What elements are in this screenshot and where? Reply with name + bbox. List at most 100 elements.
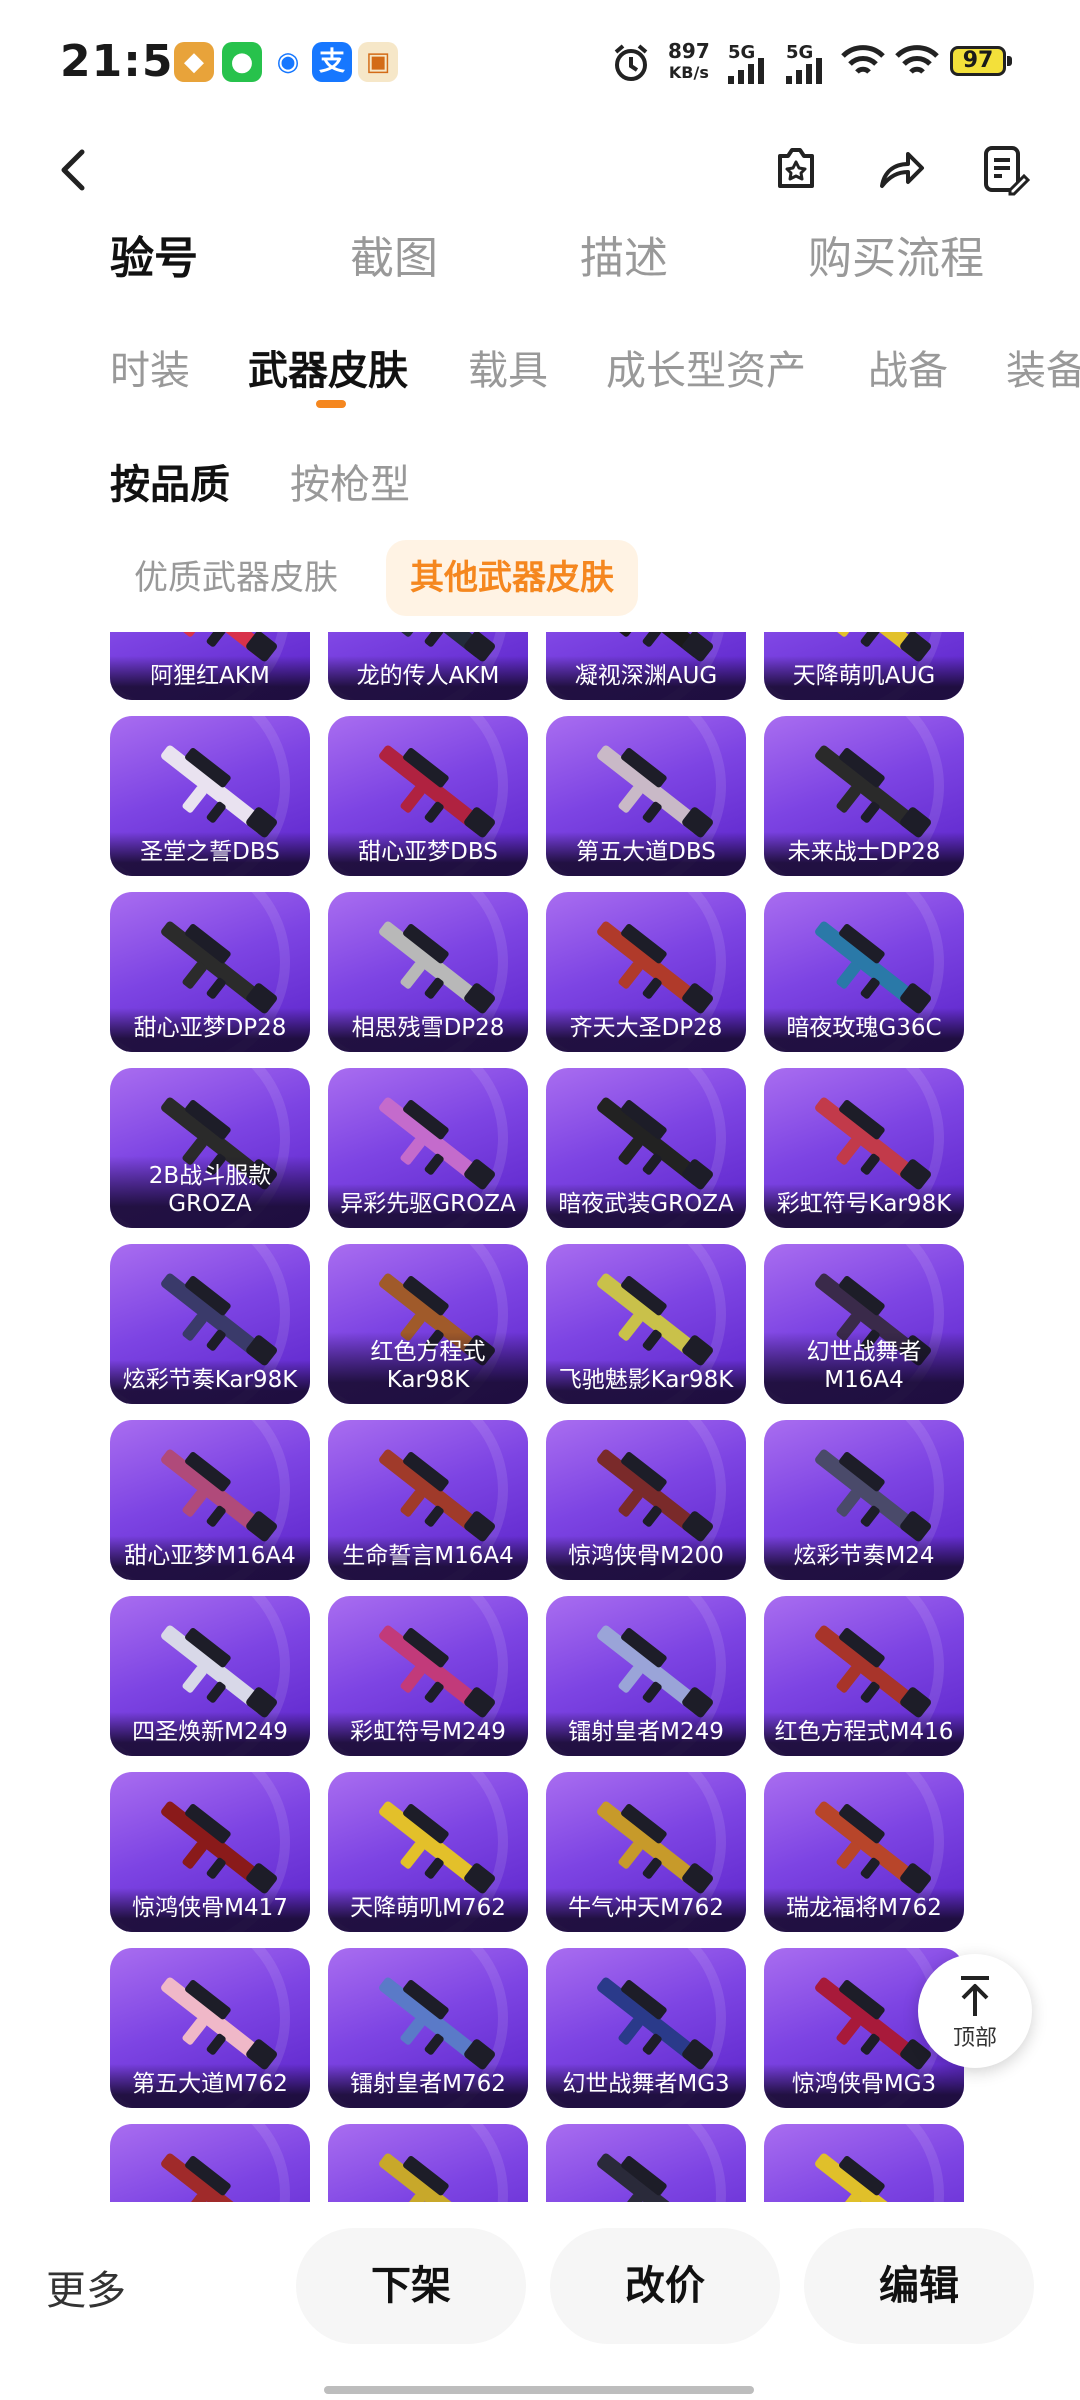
skin-tile[interactable]: 甜心亚梦DBS	[328, 716, 528, 876]
skin-name: 彩虹符号Kar98K	[764, 1184, 964, 1228]
skin-tile[interactable]	[764, 2124, 964, 2202]
tab-growth-assets[interactable]: 成长型资产	[606, 338, 806, 396]
skin-name: 炫彩节奏M24	[764, 1536, 964, 1580]
skin-tile[interactable]: 齐天大圣DP28	[546, 892, 746, 1052]
signal-1-icon	[728, 58, 764, 84]
alipay-icon: 支	[312, 42, 352, 82]
chip-premium-skins[interactable]: 优质武器皮肤	[110, 540, 362, 616]
battery-indicator: 97	[950, 46, 1012, 76]
weapon-skin-icon	[161, 1449, 277, 1542]
skin-tile[interactable]: 异彩先驱GROZA	[328, 1068, 528, 1228]
skin-tile[interactable]	[328, 2124, 528, 2202]
skin-name: 甜心亚梦DP28	[110, 1008, 310, 1052]
skin-name: 生命誓言M16A4	[328, 1536, 528, 1580]
active-tab-indicator	[316, 400, 346, 408]
weapon-skin-icon	[815, 1625, 931, 1718]
skin-tile[interactable]: 凝视深渊AUG	[546, 632, 746, 700]
skin-tile[interactable]: 阿狸红AKM	[110, 632, 310, 700]
weapon-skin-icon	[379, 1801, 495, 1894]
wifi-icon	[841, 45, 885, 74]
skin-name: 红色方程式M416	[764, 1712, 964, 1756]
skin-tile[interactable]: 暗夜玫瑰G36C	[764, 892, 964, 1052]
skin-tile[interactable]: 未来战士DP28	[764, 716, 964, 876]
skin-tile[interactable]: 镭射皇者M762	[328, 1948, 528, 2108]
more-button[interactable]: 更多	[46, 2258, 126, 2316]
game-app-icon: ◆	[174, 42, 214, 82]
weapon-skin-icon	[597, 921, 713, 1014]
skin-name: 龙的传人AKM	[328, 656, 528, 700]
skin-tile[interactable]: 第五大道M762	[110, 1948, 310, 2108]
skin-tile[interactable]: 龙的传人AKM	[328, 632, 528, 700]
weapon-skin-icon	[379, 1977, 495, 2070]
skin-tile[interactable]: 天降萌叽M762	[328, 1772, 528, 1932]
skin-tile[interactable]: 幻世战舞者 M16A4	[764, 1244, 964, 1404]
skin-name: 飞驰魅影Kar98K	[546, 1360, 746, 1404]
skin-tile[interactable]: 惊鸿侠骨M417	[110, 1772, 310, 1932]
skin-name: 凝视深渊AUG	[546, 656, 746, 700]
weapon-skin-icon	[379, 2153, 487, 2202]
skin-tile[interactable]: 生命誓言M16A4	[328, 1420, 528, 1580]
skin-tile[interactable]: 惊鸿侠骨M200	[546, 1420, 746, 1580]
skin-name: 2B战斗服款 GROZA	[110, 1156, 310, 1228]
skin-tile[interactable]	[546, 2124, 746, 2202]
skin-tile[interactable]: 彩虹符号Kar98K	[764, 1068, 964, 1228]
skin-tile[interactable]: 暗夜武装GROZA	[546, 1068, 746, 1228]
weapon-skin-icon	[161, 2153, 269, 2202]
skin-tile[interactable]: 天降萌叽AUG	[764, 632, 964, 700]
edit-button[interactable]: 编辑	[804, 2228, 1034, 2344]
skin-tile[interactable]: 四圣焕新M249	[110, 1596, 310, 1756]
weapon-skin-icon	[815, 1801, 931, 1894]
tab-equipment[interactable]: 装备	[1006, 338, 1080, 396]
tab-vehicles[interactable]: 载具	[468, 338, 548, 396]
tab-weapon-skins[interactable]: 武器皮肤	[248, 338, 408, 396]
tab-by-gun-type[interactable]: 按枪型	[290, 452, 410, 510]
weapon-skin-icon	[161, 921, 277, 1014]
skin-tile[interactable]: 甜心亚梦M16A4	[110, 1420, 310, 1580]
tab-purchase-flow[interactable]: 购买流程	[808, 222, 984, 286]
skin-tile[interactable]: 炫彩节奏M24	[764, 1420, 964, 1580]
skin-name: 四圣焕新M249	[110, 1712, 310, 1756]
skin-tile[interactable]: 2B战斗服款 GROZA	[110, 1068, 310, 1228]
change-price-button[interactable]: 改价	[550, 2228, 780, 2344]
skin-name: 惊鸿侠骨M417	[110, 1888, 310, 1932]
share-icon[interactable]	[870, 140, 930, 200]
weapon-skin-icon	[161, 745, 277, 838]
skin-grid-container[interactable]: 阿狸红AKM 龙的传人AKM 凝视深渊AUG 天降萌叽AUG 圣堂之誓DBS 甜心亚梦DB…	[48, 632, 1032, 2202]
skin-tile[interactable]: 镭射皇者M249	[546, 1596, 746, 1756]
skin-tile[interactable]: 炫彩节奏Kar98K	[110, 1244, 310, 1404]
browser-icon: ◉	[268, 42, 308, 82]
speed-value: 897	[668, 39, 710, 63]
tab-gear[interactable]: 战备	[868, 338, 948, 396]
tab-screenshots[interactable]: 截图	[350, 222, 438, 286]
skin-tile[interactable]: 幻世战舞者MG3	[546, 1948, 746, 2108]
tab-outfits[interactable]: 时装	[110, 338, 190, 396]
tab-verify[interactable]: 验号	[110, 222, 198, 286]
skin-tile[interactable]: 甜心亚梦DP28	[110, 892, 310, 1052]
chip-other-skins[interactable]: 其他武器皮肤	[386, 540, 638, 616]
skin-name: 第五大道M762	[110, 2064, 310, 2108]
skin-tile[interactable]: 第五大道DBS	[546, 716, 746, 876]
tab-description[interactable]: 描述	[580, 222, 668, 286]
edit-note-icon[interactable]	[974, 140, 1034, 200]
skin-tile[interactable]: 牛气冲天M762	[546, 1772, 746, 1932]
skin-name: 未来战士DP28	[764, 832, 964, 876]
skin-tile[interactable]: 瑞龙福将M762	[764, 1772, 964, 1932]
skin-tile[interactable]: 红色方程式M416	[764, 1596, 964, 1756]
skin-tile[interactable]: 飞驰魅影Kar98K	[546, 1244, 746, 1404]
skin-name: 甜心亚梦DBS	[328, 832, 528, 876]
weapon-skin-icon	[379, 1097, 495, 1190]
skin-tile[interactable]: 相思残雪DP28	[328, 892, 528, 1052]
skin-name: 红色方程式 Kar98K	[328, 1332, 528, 1404]
skin-name: 暗夜玫瑰G36C	[764, 1008, 964, 1052]
favorite-icon[interactable]	[766, 140, 826, 200]
back-to-top-button[interactable]: 顶部	[918, 1954, 1032, 2068]
delist-button[interactable]: 下架	[296, 2228, 526, 2344]
skin-tile[interactable]	[110, 2124, 310, 2202]
skin-tile[interactable]: 彩虹符号M249	[328, 1596, 528, 1756]
back-icon[interactable]	[44, 140, 104, 200]
skin-name: 天降萌叽AUG	[764, 656, 964, 700]
tab-by-quality[interactable]: 按品质	[110, 452, 230, 510]
skin-tile[interactable]: 圣堂之誓DBS	[110, 716, 310, 876]
skin-name: 相思残雪DP28	[328, 1008, 528, 1052]
skin-tile[interactable]: 红色方程式 Kar98K	[328, 1244, 528, 1404]
